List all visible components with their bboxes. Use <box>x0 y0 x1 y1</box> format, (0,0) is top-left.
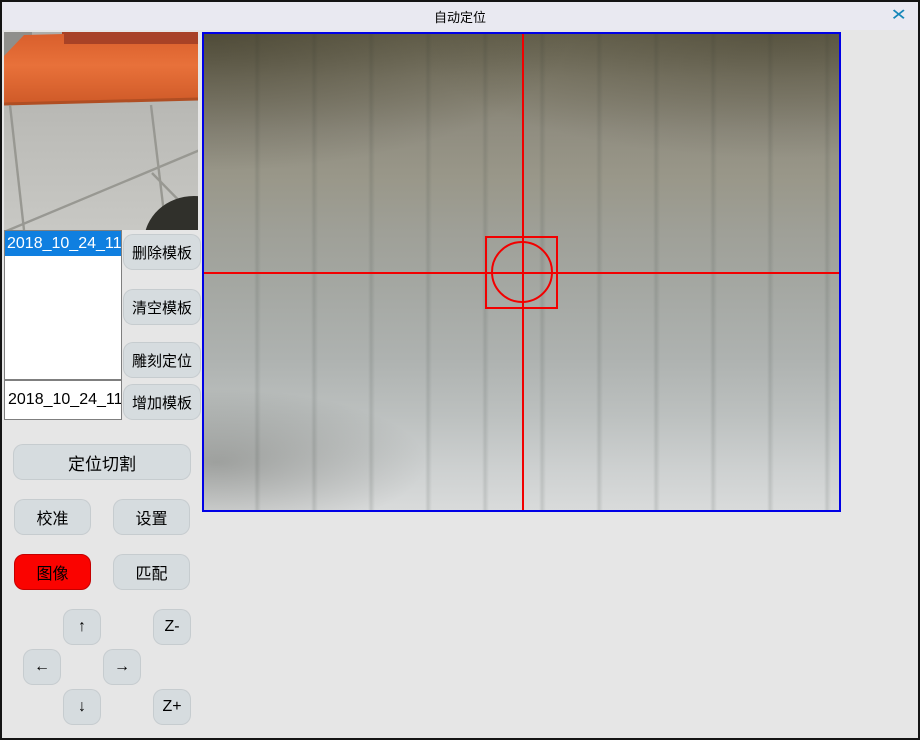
template-name-field[interactable] <box>4 380 122 420</box>
match-button[interactable]: 匹配 <box>113 554 190 590</box>
z-plus-button[interactable]: Z+ <box>153 689 191 725</box>
camera-view[interactable] <box>202 32 841 512</box>
template-preview-image <box>4 32 198 230</box>
jog-right-button[interactable]: → <box>103 649 141 685</box>
add-template-button[interactable]: 增加模板 <box>123 384 201 420</box>
close-button[interactable]: ✕ <box>888 5 910 27</box>
engrave-position-button[interactable]: 雕刻定位 <box>123 342 201 378</box>
titlebar: 自动定位 ✕ <box>2 2 918 30</box>
dialog-title: 自动定位 <box>434 7 486 26</box>
calibrate-button[interactable]: 校准 <box>14 499 91 535</box>
template-list[interactable]: 2018_10_24_11 <box>4 230 122 380</box>
template-list-item[interactable]: 2018_10_24_11 <box>5 231 121 256</box>
delete-template-button[interactable]: 删除模板 <box>123 234 201 270</box>
auto-positioning-dialog: 自动定位 ✕ <box>0 0 920 740</box>
jog-left-button[interactable]: ← <box>23 649 61 685</box>
position-cut-button[interactable]: 定位切割 <box>13 444 191 480</box>
jog-up-button[interactable]: ↑ <box>63 609 101 645</box>
clear-templates-button[interactable]: 清空模板 <box>123 289 201 325</box>
z-minus-button[interactable]: Z- <box>153 609 191 645</box>
settings-button[interactable]: 设置 <box>113 499 190 535</box>
image-button[interactable]: 图像 <box>14 554 91 590</box>
close-icon: ✕ <box>891 8 908 24</box>
jog-down-button[interactable]: ↓ <box>63 689 101 725</box>
roi-circle <box>491 241 553 303</box>
